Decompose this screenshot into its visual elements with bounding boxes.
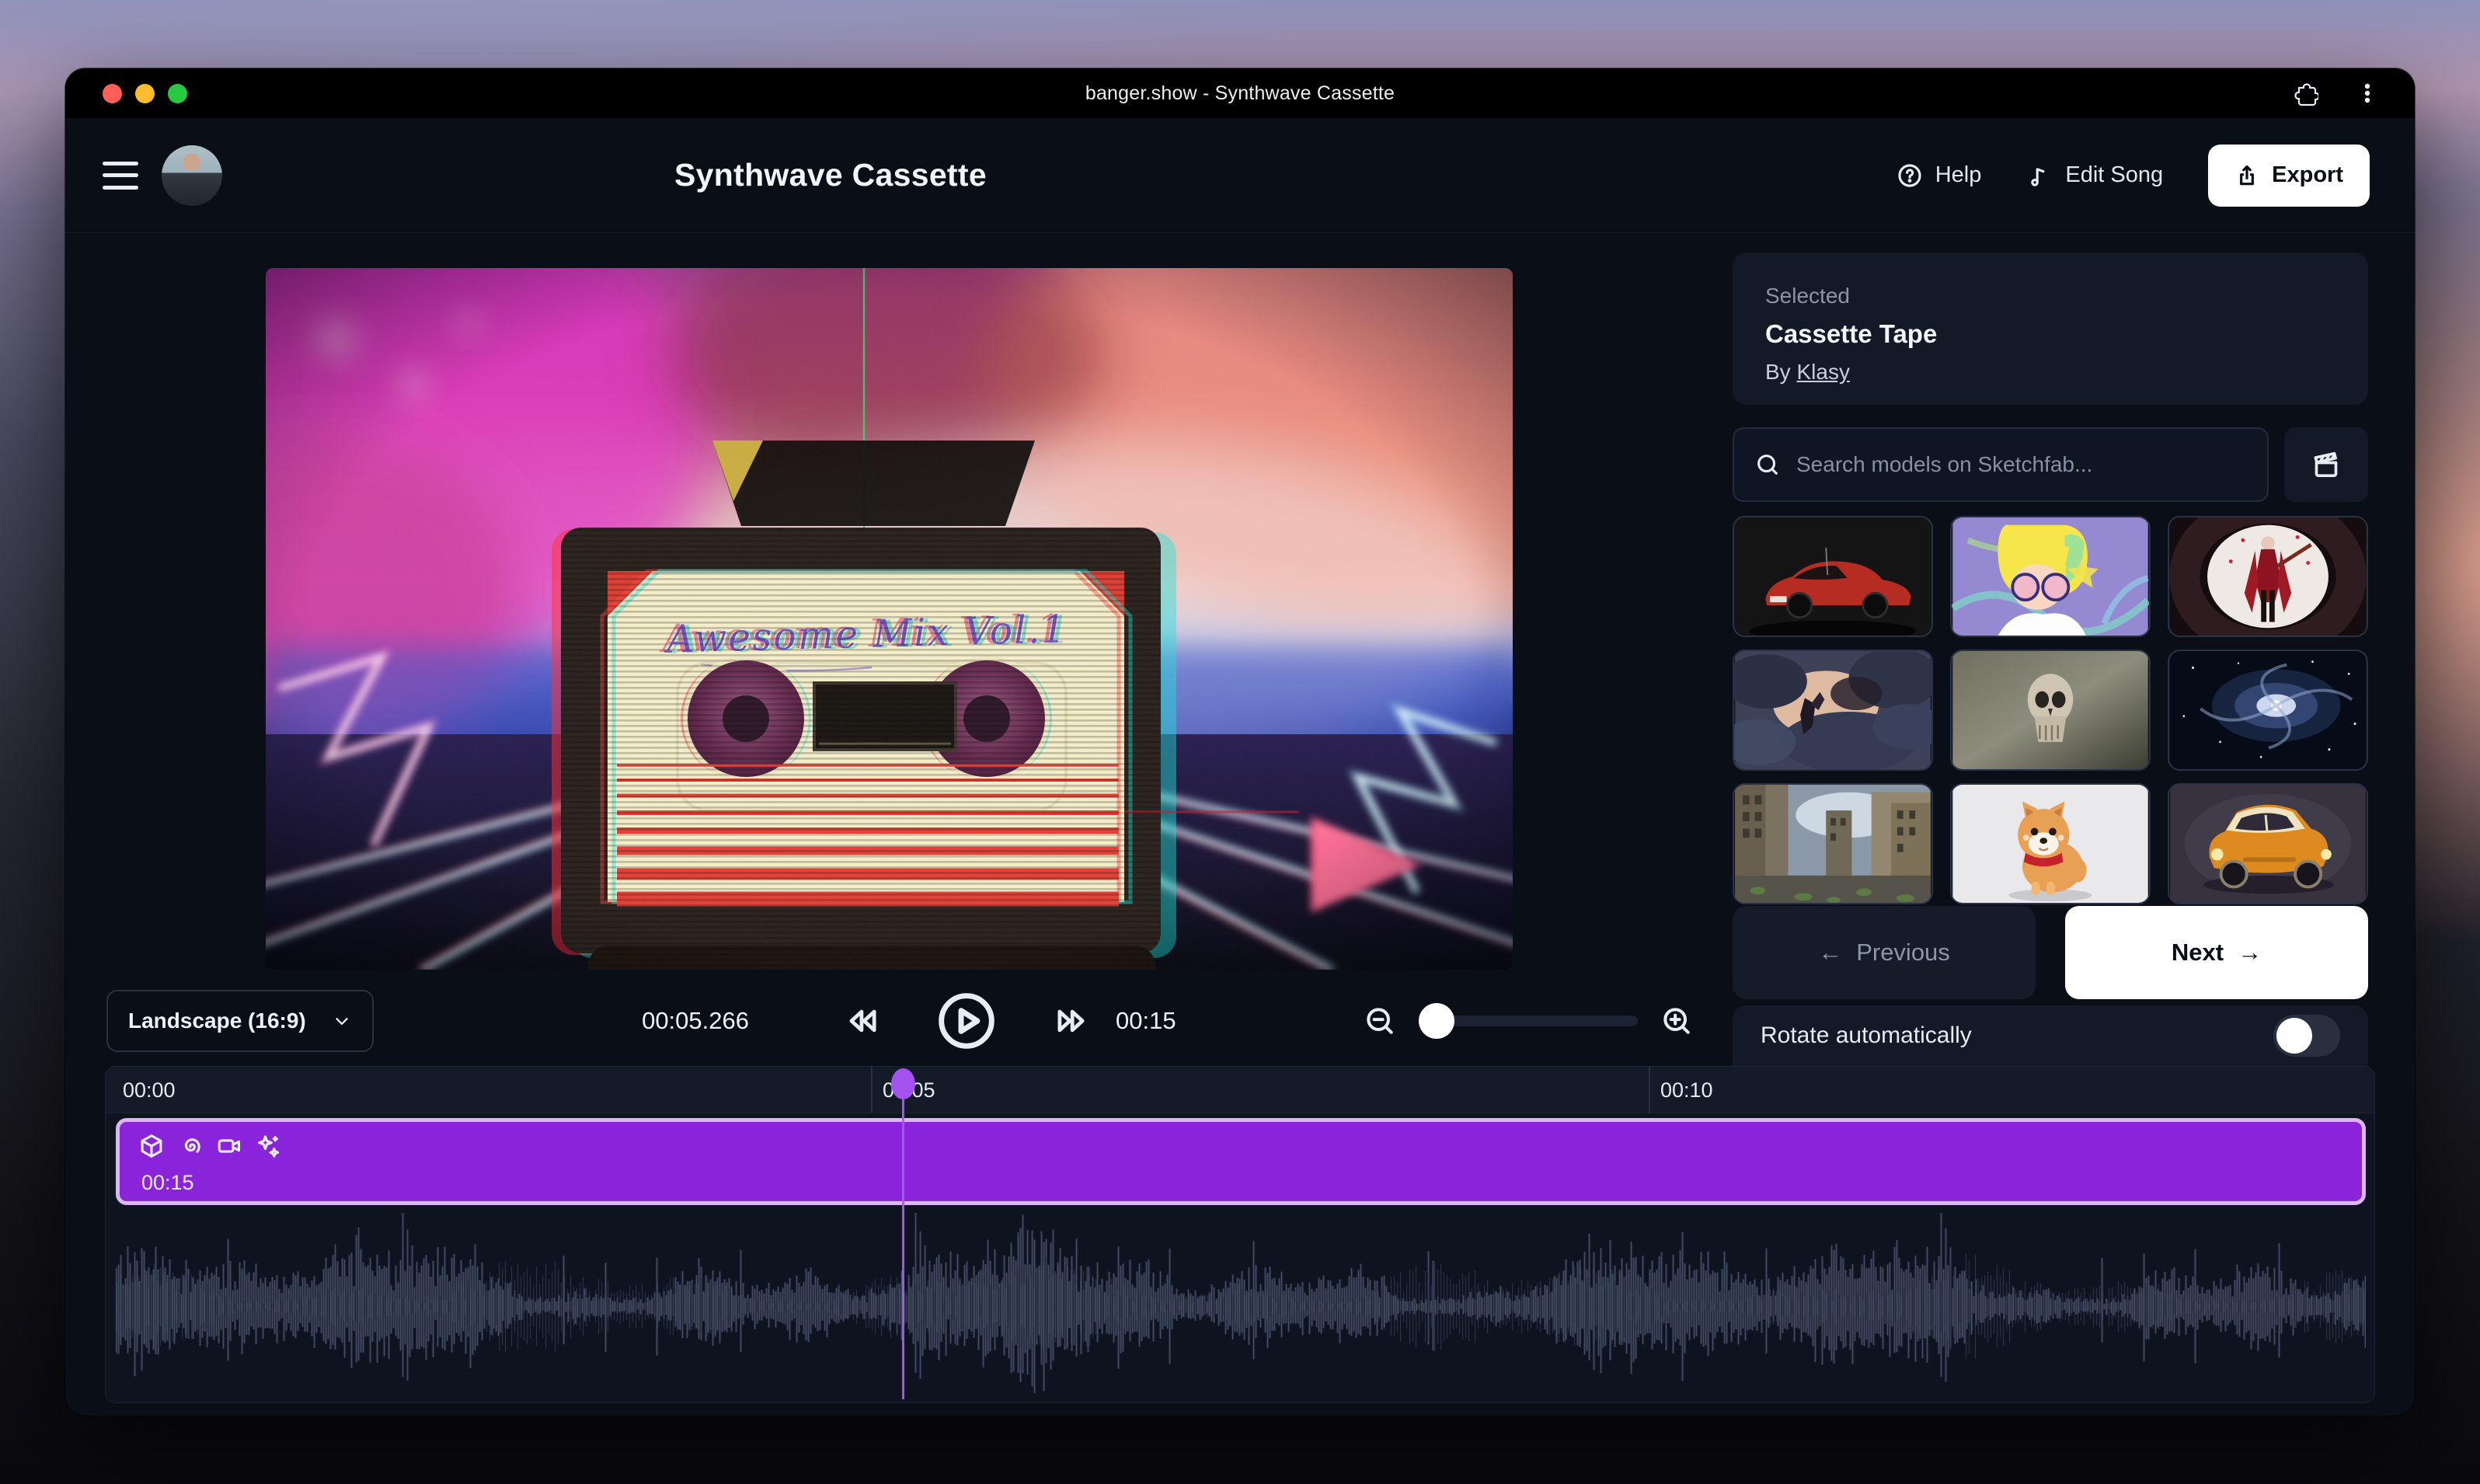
export-button[interactable]: Export [2208,145,2370,207]
music-note-icon [2026,162,2053,189]
zoom-in-icon[interactable] [1660,1004,1694,1038]
help-button[interactable]: Help [1897,162,1982,189]
clapperboard-button[interactable] [2284,427,2368,502]
export-share-icon [2234,163,2259,188]
timeline-panel: 00:00 00:05 00:10 00:15 [105,1066,2375,1403]
video-preview[interactable]: Awesome Mix Vol.1 Awesome Mix Vol.1 Awes… [266,268,1513,970]
rewind-icon[interactable] [842,1001,883,1041]
thumbnail-angel-in-clouds[interactable] [1733,650,1933,771]
zoom-window-button[interactable] [168,84,187,103]
rotate-automatically-label: Rotate automatically [1761,1022,1972,1049]
close-window-button[interactable] [103,84,122,103]
model-grid [1733,516,2368,904]
thumbnail-anime-girl[interactable] [1950,516,2151,637]
app-window: banger.show - Synthwave Cassette Synthwa… [65,68,2415,1416]
search-icon [1754,451,1781,478]
sparkles-icon [255,1133,281,1159]
window-title: banger.show - Synthwave Cassette [1085,82,1395,105]
page-title: Synthwave Cassette [674,157,987,193]
traffic-lights [103,68,187,118]
playback-controls: Landscape (16:9) 00:05.266 00:15 [65,990,1714,1054]
edit-song-button[interactable]: Edit Song [2026,162,2163,189]
video-clip[interactable]: 00:15 [116,1118,2366,1205]
thumbnail-shiba-dog[interactable] [1950,783,2151,904]
zoom-out-icon[interactable] [1363,1004,1397,1038]
aspect-ratio-dropdown[interactable]: Landscape (16:9) [106,990,374,1052]
menu-kebab-icon[interactable] [2354,80,2381,106]
camera-icon [216,1133,242,1159]
total-duration: 00:15 [1116,990,1176,1052]
ruler-marker: 00:00 [123,1067,176,1113]
avatar[interactable] [162,145,222,206]
thumbnail-skull[interactable] [1950,650,2151,771]
spiral-icon [177,1133,204,1159]
sidebar: Selected Cassette Tape By Klasy [1733,233,2368,1066]
extensions-puzzle-icon[interactable] [2290,79,2318,107]
clip-duration: 00:15 [141,1171,194,1195]
help-icon [1897,162,1923,189]
current-time: 00:05.266 [642,990,749,1052]
titlebar: banger.show - Synthwave Cassette [65,68,2415,118]
audio-waveform[interactable] [116,1213,2366,1393]
timeline-ruler[interactable]: 00:00 00:05 00:10 [106,1067,2374,1113]
author-link[interactable]: Klasy [1796,360,1849,384]
play-button[interactable] [937,991,996,1050]
thumbnail-abandoned-city[interactable] [1733,783,1933,904]
minimize-window-button[interactable] [135,84,155,103]
selected-model-card: Selected Cassette Tape By Klasy [1733,253,2368,405]
rotate-automatically-row: Rotate automatically [1733,1005,2368,1066]
rotate-toggle[interactable] [2273,1015,2340,1057]
clapperboard-icon [2311,449,2342,480]
model-search-field[interactable] [1733,427,2269,502]
cube-icon [138,1133,165,1159]
right-arrow-icon: → [2238,939,2262,967]
fast-forward-icon[interactable] [1050,1001,1091,1041]
selected-label: Selected [1765,284,2335,308]
chevron-down-icon [332,1011,352,1031]
thumbnail-spiral-galaxy[interactable] [2168,650,2368,771]
next-button[interactable]: Next → [2065,906,2368,999]
playhead-line[interactable] [902,1089,904,1399]
playhead-handle[interactable] [891,1068,915,1099]
menu-hamburger-icon[interactable] [103,162,138,190]
thumbnail-red-cloak-character[interactable] [2168,516,2368,637]
left-arrow-icon: ← [1818,939,1842,967]
zoom-slider-knob[interactable] [1419,1003,1454,1039]
selected-model-name: Cassette Tape [1765,319,2335,349]
app-header: Synthwave Cassette Help Edit Song Export [65,118,2415,233]
ruler-marker: 00:10 [1660,1067,1713,1113]
timeline-zoom-slider[interactable] [1419,1015,1638,1026]
thumbnail-orange-vintage-car[interactable] [2168,783,2368,904]
thumbnail-red-sports-car[interactable] [1733,516,1933,637]
search-input[interactable] [1796,452,2231,477]
previous-button[interactable]: ← Previous [1733,906,2036,999]
